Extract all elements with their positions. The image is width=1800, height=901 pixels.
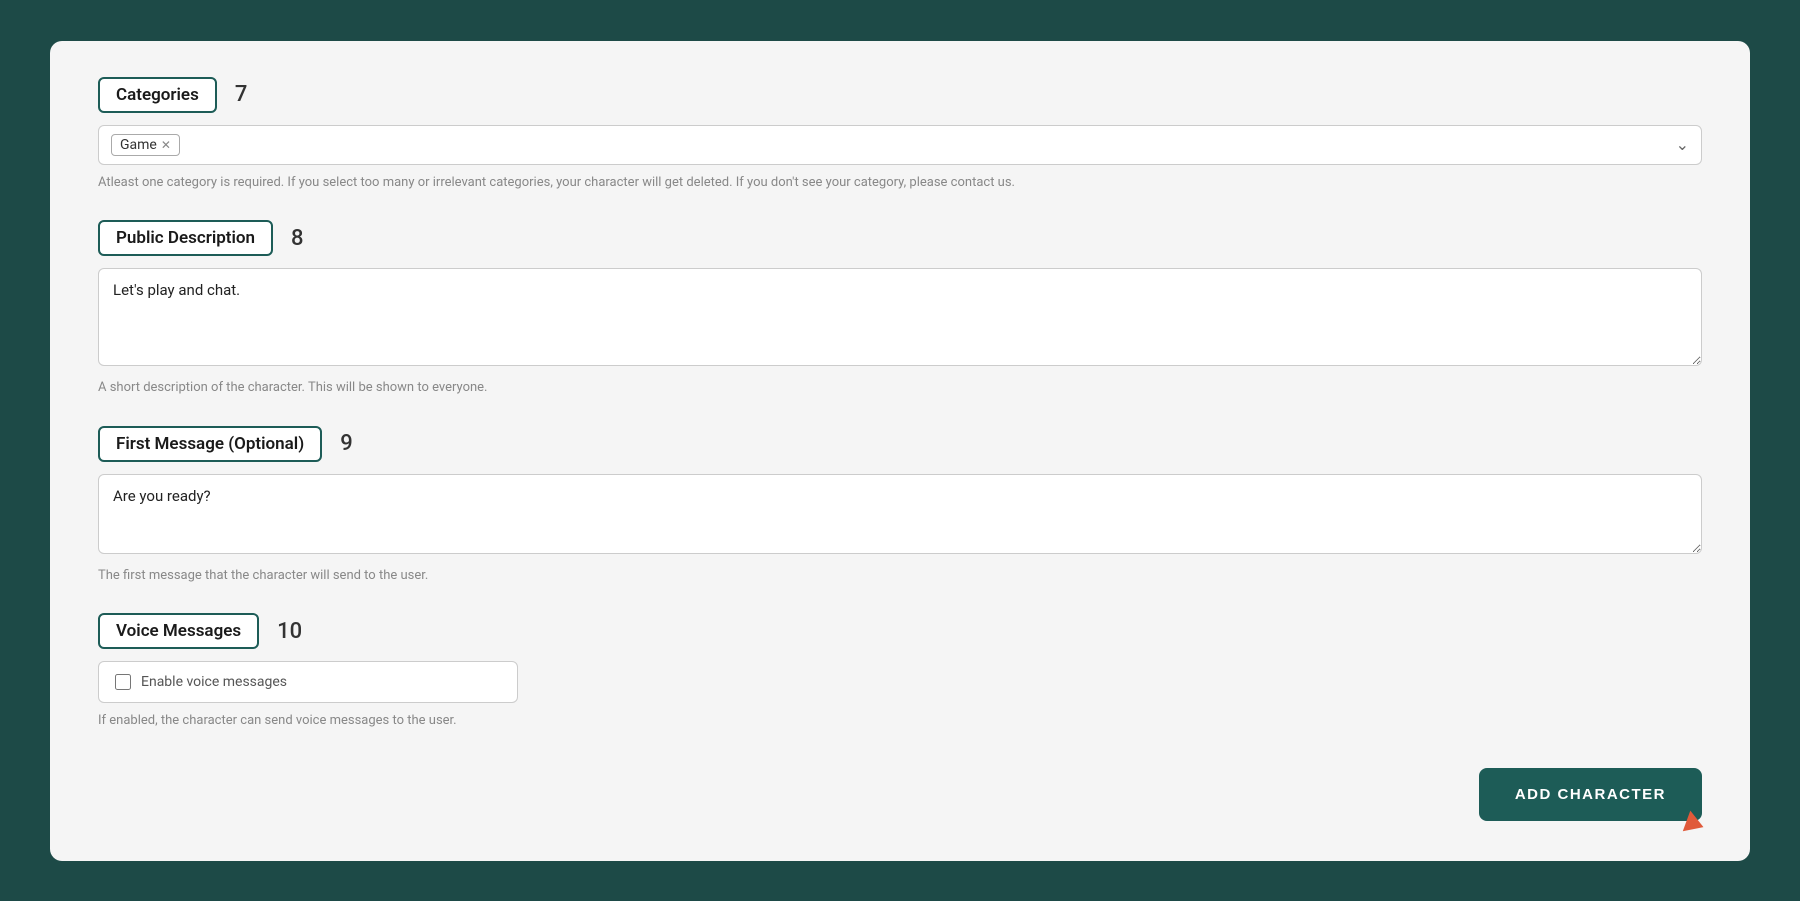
- game-tag: Game ✕: [111, 134, 180, 156]
- categories-dropdown[interactable]: Game ✕ ⌄: [98, 125, 1702, 165]
- public-description-header: Public Description 8: [98, 220, 1702, 256]
- voice-messages-section: Voice Messages 10 Enable voice messages …: [98, 613, 1702, 731]
- add-character-button[interactable]: ADD CHARACTER: [1479, 768, 1702, 821]
- public-description-hint: A short description of the character. Th…: [98, 378, 1702, 398]
- voice-messages-label: Voice Messages: [98, 613, 259, 649]
- public-description-textarea[interactable]: [98, 268, 1702, 366]
- dropdown-arrow-icon: ⌄: [1676, 135, 1689, 154]
- main-card: Categories 7 Game ✕ ⌄ Atleast one catego…: [50, 41, 1750, 861]
- first-message-hint: The first message that the character wil…: [98, 566, 1702, 586]
- voice-messages-hint: If enabled, the character can send voice…: [98, 711, 1702, 731]
- first-message-section: First Message (Optional) 9 The first mes…: [98, 426, 1702, 586]
- game-tag-label: Game: [120, 137, 157, 153]
- voice-messages-header: Voice Messages 10: [98, 613, 1702, 649]
- categories-label: Categories: [98, 77, 217, 113]
- first-message-textarea[interactable]: [98, 474, 1702, 554]
- first-message-header: First Message (Optional) 9: [98, 426, 1702, 462]
- categories-header: Categories 7: [98, 77, 1702, 113]
- voice-messages-number: 10: [277, 619, 302, 644]
- public-description-number: 8: [291, 226, 304, 251]
- categories-hint: Atleast one category is required. If you…: [98, 173, 1702, 193]
- game-tag-remove[interactable]: ✕: [161, 138, 171, 152]
- voice-checkbox-area: Enable voice messages: [98, 661, 518, 703]
- public-description-section: Public Description 8 A short description…: [98, 220, 1702, 398]
- first-message-number: 9: [340, 431, 353, 456]
- categories-number: 7: [235, 82, 248, 107]
- voice-checkbox-label[interactable]: Enable voice messages: [141, 674, 287, 690]
- categories-section: Categories 7 Game ✕ ⌄ Atleast one catego…: [98, 77, 1702, 193]
- public-description-label: Public Description: [98, 220, 273, 256]
- first-message-label: First Message (Optional): [98, 426, 322, 462]
- voice-messages-checkbox[interactable]: [115, 674, 131, 690]
